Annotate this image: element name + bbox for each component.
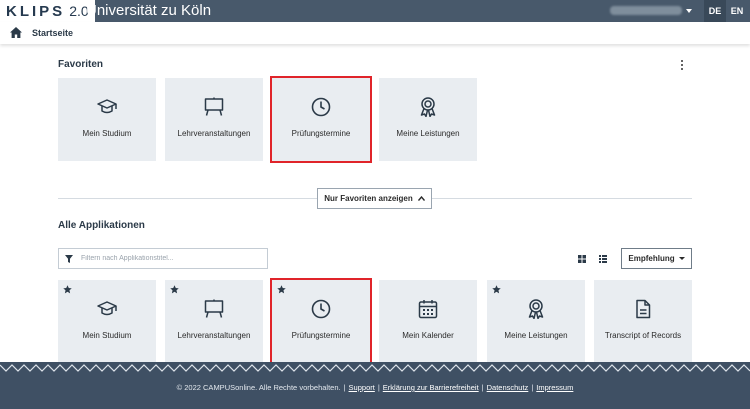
graduation-cap-icon bbox=[97, 99, 117, 114]
tile-label: Lehrveranstaltungen bbox=[177, 331, 251, 340]
user-menu[interactable] bbox=[610, 6, 682, 15]
breadcrumb-current[interactable]: Startseite bbox=[32, 28, 73, 38]
caret-down-icon bbox=[678, 257, 685, 260]
graduation-cap-icon bbox=[97, 301, 117, 316]
tile-label: Mein Kalender bbox=[402, 331, 454, 340]
favorites-title: Favoriten bbox=[58, 59, 104, 70]
top-header: KLIPS 2.0 Universität zu Köln DE EN bbox=[0, 0, 750, 22]
show-favorites-only-button[interactable]: Nur Favoriten anzeigen bbox=[317, 188, 432, 209]
language-de-button[interactable]: DE bbox=[704, 0, 726, 22]
klips-logo[interactable]: KLIPS 2.0 bbox=[0, 0, 95, 22]
presentation-board-icon bbox=[204, 299, 224, 318]
app-tile-meine-leistungen[interactable]: Meine Leistungen bbox=[487, 280, 585, 363]
tile-label: Prüfungstermine bbox=[291, 331, 351, 340]
sort-dropdown[interactable]: Empfehlung bbox=[621, 248, 692, 269]
star-icon[interactable] bbox=[63, 285, 72, 294]
list-view-icon[interactable] bbox=[599, 255, 607, 263]
tile-label: Meine Leistungen bbox=[396, 129, 460, 138]
footer-link-privacy[interactable]: Datenschutz bbox=[487, 383, 529, 392]
all-apps-title: Alle Applikationen bbox=[58, 220, 145, 231]
footer-link-imprint[interactable]: Impressum bbox=[536, 383, 573, 392]
home-icon[interactable] bbox=[10, 27, 22, 38]
filter-field[interactable] bbox=[58, 248, 268, 269]
document-icon bbox=[636, 299, 651, 319]
favorite-tile-meine-leistungen[interactable]: Meine Leistungen bbox=[379, 78, 477, 161]
show-favorites-only-label: Nur Favoriten anzeigen bbox=[324, 194, 413, 203]
star-icon[interactable] bbox=[277, 285, 286, 294]
grid-view-icon[interactable] bbox=[578, 255, 586, 263]
breadcrumb: Startseite bbox=[0, 22, 750, 44]
user-menu-caret-icon[interactable] bbox=[686, 9, 692, 13]
app-tile-mein-studium[interactable]: Mein Studium bbox=[58, 280, 156, 363]
page-footer: © 2022 CAMPUSonline. Alle Rechte vorbeha… bbox=[0, 362, 750, 409]
chevron-up-icon bbox=[417, 196, 425, 201]
tile-label: Mein Studium bbox=[82, 331, 132, 340]
favorite-tile-lehrveranstaltungen[interactable]: Lehrveranstaltungen bbox=[165, 78, 263, 161]
tile-label: Meine Leistungen bbox=[504, 331, 568, 340]
star-icon[interactable] bbox=[492, 285, 501, 294]
tile-label: Transcript of Records bbox=[604, 331, 682, 340]
tile-label: Prüfungstermine bbox=[291, 129, 351, 138]
footer-link-support[interactable]: Support bbox=[349, 383, 375, 392]
favorite-tile-pruefungstermine[interactable]: Prüfungstermine bbox=[270, 76, 372, 163]
filter-funnel-icon bbox=[65, 255, 73, 263]
tile-label: Mein Studium bbox=[82, 129, 132, 138]
more-options-icon[interactable] bbox=[680, 60, 684, 71]
footer-link-accessibility[interactable]: Erklärung zur Barrierefreiheit bbox=[383, 383, 479, 392]
footer-text: © 2022 CAMPUSonline. Alle Rechte vorbeha… bbox=[176, 383, 574, 392]
favorite-tile-mein-studium[interactable]: Mein Studium bbox=[58, 78, 156, 161]
clock-icon bbox=[311, 97, 331, 117]
presentation-board-icon bbox=[204, 97, 224, 116]
footer-zigzag-border bbox=[0, 364, 750, 372]
clock-icon bbox=[311, 299, 331, 319]
app-tile-mein-kalender[interactable]: Mein Kalender bbox=[379, 280, 477, 363]
filter-input[interactable] bbox=[81, 252, 261, 265]
tile-label: Lehrveranstaltungen bbox=[177, 129, 251, 138]
app-tile-transcript-of-records[interactable]: Transcript of Records bbox=[594, 280, 692, 363]
sort-label: Empfehlung bbox=[628, 254, 675, 263]
university-name: Universität zu Köln bbox=[86, 2, 212, 19]
app-tile-lehrveranstaltungen[interactable]: Lehrveranstaltungen bbox=[165, 280, 263, 363]
award-ribbon-icon bbox=[420, 97, 436, 117]
logo-text: KLIPS bbox=[6, 2, 66, 20]
app-tile-pruefungstermine[interactable]: Prüfungstermine bbox=[270, 278, 372, 365]
calendar-icon bbox=[418, 300, 438, 319]
star-icon[interactable] bbox=[170, 285, 179, 294]
award-ribbon-icon bbox=[528, 299, 544, 319]
language-en-button[interactable]: EN bbox=[726, 0, 748, 22]
footer-copyright: © 2022 CAMPUSonline. Alle Rechte vorbeha… bbox=[176, 383, 341, 392]
